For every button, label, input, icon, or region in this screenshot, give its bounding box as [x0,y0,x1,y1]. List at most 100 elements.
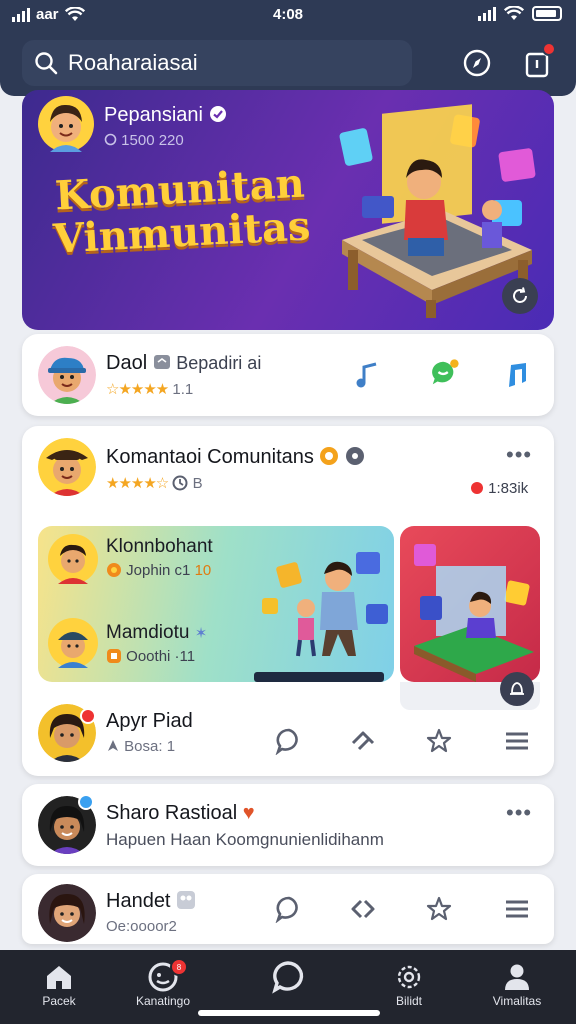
music-note-button[interactable] [352,360,382,390]
fire-icon [107,563,121,577]
community-tile-game[interactable] [400,526,540,682]
cell-signal-icon [478,6,496,21]
chat-icon [272,961,304,994]
group-icon [177,891,196,909]
card-subtitle: Oe:oooor2 [106,918,177,935]
card-title: Handet [106,890,196,913]
card-title: Sharo Rastioal ♥ [106,802,255,824]
hero-banner[interactable]: Pepansiani 1500 220 Komunitan Vinmunitas [22,90,554,330]
share-button[interactable] [348,726,378,756]
heart-icon: ♥ [242,802,255,824]
community-card-sharo[interactable]: Sharo Rastioal ♥ Hapuen Haan Koomgnunien… [22,784,554,866]
nav-label: Pacek [42,994,76,1008]
nav-item-kanatingo[interactable]: 8 Kanatingo [118,958,208,1008]
star-button[interactable] [424,894,454,924]
menu-button[interactable] [502,894,532,924]
clock-icon [172,475,188,491]
avatar [38,884,96,942]
music-icon [509,363,526,387]
menu-icon [506,732,528,750]
home-indicator [198,1010,380,1016]
nav-item-settings[interactable]: Bilidt [364,960,454,1008]
badge-icon [320,447,339,465]
nav-label: Vimalitas [492,994,542,1008]
clock-icon [104,133,117,146]
tile-bell-button[interactable] [500,672,534,706]
nav-label: Kanatingo [135,994,191,1008]
nav-item-chat[interactable] [243,960,333,994]
menu-button[interactable] [502,726,532,756]
menu-icon [506,900,528,918]
tag-icon [153,355,170,369]
notification-button[interactable] [520,42,556,80]
chat-bubble-button[interactable] [430,358,460,388]
hero-title-line2: Vinmunitas [52,202,312,263]
wifi-icon [504,6,524,20]
card-count: 1:83ik [470,480,528,497]
comment-button[interactable] [274,726,304,756]
post-author: Apyr Piad [106,710,193,732]
tile-illustration [262,552,388,657]
avatar [38,438,96,496]
community-card-handet[interactable]: Handet Oe:oooor2 [22,874,554,944]
more-options-button[interactable]: ••• [506,802,532,824]
music-note-icon [356,362,377,388]
rating-stars: ★★★★☆ [106,475,169,492]
search-icon [35,52,58,75]
nav-item-home[interactable]: Pacek [14,960,104,1008]
tile-member1-name: Klonnbohant [106,536,213,557]
community-tile-members[interactable]: Klonnbohant Jophin c1 10 Mamdiotu ✶ Ooot… [38,526,394,682]
more-options-button[interactable]: ••• [506,444,532,466]
music-button[interactable] [502,360,532,390]
status-right [478,6,562,21]
card-subtitle: Hapuen Haan Koomgnunienlidihanm [106,830,384,849]
sparkle-icon: ✶ [194,625,208,642]
tile-illustration [414,544,534,682]
post-meta: Bosa: 1 [106,738,175,755]
hero-refresh-button[interactable] [502,278,538,314]
battery-icon [532,6,562,21]
share-button[interactable] [348,894,378,924]
rating-stars: ☆★★★★ [106,381,169,398]
avatar [38,346,96,404]
hero-title: Komunitan Vinmunitas [52,160,312,263]
comment-icon [275,728,298,755]
notification-badge [542,42,556,56]
verified-icon [209,106,226,122]
card-title: Daol Bepadiri ai [106,352,262,374]
card-rating: ☆★★★★ 1.1 [106,381,194,398]
nav-badge: 8 [170,958,188,976]
star-icon [426,896,452,921]
top-app-bar: aar 4:08 Roaharaiasai [0,0,576,96]
hero-subtitle: 1500 220 [104,132,184,149]
community-card-daol[interactable]: Daol Bepadiri ai ☆★★★★ 1.1 [22,334,554,416]
card-rating: ★★★★☆ B [106,475,203,492]
live-dot-icon [471,482,483,494]
bell-icon [510,682,524,695]
nav-label: Bilidt [395,994,422,1008]
avatar-badge [78,794,94,810]
share-icon [351,899,375,919]
profile-icon [505,964,529,990]
search-placeholder: Roaharaiasai [68,50,198,75]
nav-item-profile[interactable]: Vimalitas [472,960,562,1008]
search-bar[interactable]: Roaharaiasai [22,40,412,86]
share-icon [351,731,375,751]
hero-avatar [38,96,94,152]
hero-user-name: Pepansiani [104,104,227,127]
compass-icon [463,49,491,77]
avatar [48,534,98,584]
community-card-komantaoi[interactable]: Komantaoi Comunitans ★★★★☆ B ••• 1:83ik … [22,426,554,776]
refresh-icon [513,287,527,303]
tile-member2-sub: Ooothi ·11 [106,648,195,665]
comment-button[interactable] [274,894,304,924]
chat-bubble-icon [432,359,459,385]
location-icon [108,740,118,751]
card-tag: Bepadiri ai [176,353,262,373]
status-bar: aar 4:08 [0,6,576,28]
avatar [48,618,98,668]
star-button[interactable] [424,726,454,756]
star-icon [426,728,452,753]
compass-button[interactable] [460,46,494,80]
tile-member2-name: Mamdiotu ✶ [106,622,208,643]
